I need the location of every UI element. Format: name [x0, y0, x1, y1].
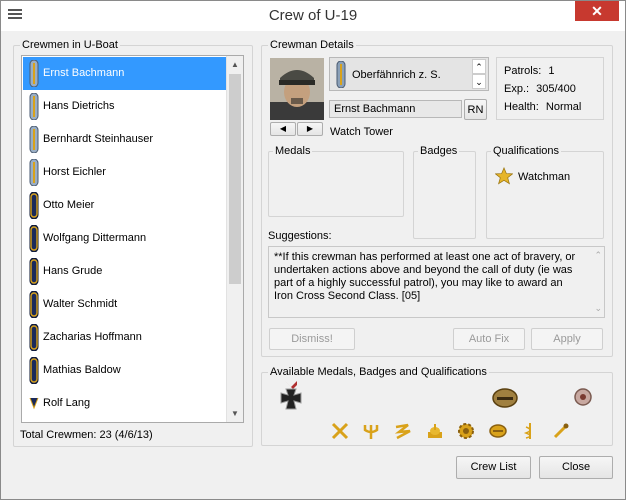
crew-name: Zacharias Hoffmann — [43, 331, 142, 343]
crew-list-item[interactable]: Rolf Lang — [23, 387, 226, 420]
rank-insignia-icon — [29, 159, 39, 186]
rank-value: Oberfähnrich z. S. — [352, 69, 441, 81]
title-bar: Crew of U-19 ✕ — [1, 1, 625, 31]
rank-selector[interactable]: Oberfähnrich z. S. ⌃ ⌄ — [329, 57, 489, 91]
suggestions-label: Suggestions: — [268, 230, 332, 242]
scroll-thumb[interactable] — [229, 74, 241, 284]
crew-name: Horst Eichler — [43, 166, 106, 178]
available-awards-label: Available Medals, Badges and Qualificati… — [268, 366, 489, 378]
rank-down-icon[interactable]: ⌄ — [472, 74, 486, 89]
crewman-portrait — [270, 58, 324, 120]
rank-insignia-icon — [29, 397, 39, 410]
suggestions-scroll-up-icon[interactable]: ⌃ — [594, 250, 602, 261]
suggestions-scroll-down-icon[interactable]: ⌄ — [594, 303, 602, 314]
patrols-label: Patrols: — [504, 65, 542, 77]
crew-name: Rolf Lang — [43, 397, 91, 409]
rank-insignia-icon — [29, 324, 39, 351]
qual-wreath-icon[interactable] — [488, 421, 508, 441]
iron-cross-icon[interactable] — [277, 381, 305, 411]
rank-insignia-icon — [29, 357, 39, 384]
crew-list-item[interactable]: Otto Meier — [23, 189, 226, 222]
suggestion-text: **If this crewman has performed at least… — [274, 251, 576, 302]
crew-list-item[interactable]: Walter Schmidt — [23, 288, 226, 321]
crew-list-item[interactable]: Horst Eichler — [23, 156, 226, 189]
qual-pen-icon[interactable] — [551, 421, 571, 441]
crew-list-item[interactable]: Ernst Bachmann — [23, 57, 226, 90]
qual-trident-icon[interactable] — [361, 421, 381, 441]
crew-list-item[interactable]: Mathias Baldow — [23, 354, 226, 387]
qual-lightning-icon[interactable] — [393, 421, 413, 441]
crew-name: Ernst Bachmann — [43, 67, 125, 79]
rank-insignia-icon — [29, 258, 39, 285]
crew-listbox[interactable]: ▲ ▼ Ernst Bachmann Hans Dietrichs Bernhard… — [21, 55, 244, 423]
crew-window: Crew of U-19 ✕ Crewmen in U-Boat ▲ ▼ Ern… — [0, 0, 626, 500]
auto-fix-button[interactable]: Auto Fix — [453, 328, 525, 350]
badges-label: Badges — [418, 145, 460, 157]
health-row: Health: Normal — [504, 101, 581, 113]
crew-list-item[interactable]: Wolfgang Dittermann — [23, 222, 226, 255]
health-label: Health: — [504, 101, 539, 113]
crew-name: Hans Grude — [43, 265, 103, 277]
crew-list-item[interactable]: Hans Dietrichs — [23, 90, 226, 123]
crew-name: Walter Schmidt — [43, 298, 118, 310]
health-value: Normal — [545, 101, 582, 113]
crew-list-button[interactable]: Crew List — [456, 456, 531, 479]
stats-box: Patrols: 1 Exp.: 305/400 Health: Normal — [496, 57, 604, 120]
crew-list-scrollbar[interactable]: ▲ ▼ — [226, 56, 243, 422]
scroll-up-icon[interactable]: ▲ — [227, 56, 243, 73]
watchman-star-icon — [495, 167, 513, 185]
exp-row: Exp.: 305/400 — [504, 83, 576, 95]
rank-insignia-icon — [29, 60, 39, 87]
qual-turret-icon[interactable] — [425, 421, 445, 441]
crewman-station: Watch Tower — [330, 126, 393, 138]
exp-label: Exp.: — [504, 83, 530, 95]
rank-insignia-icon — [29, 291, 39, 318]
crew-name: Wolfgang Dittermann — [43, 232, 147, 244]
qual-caduceus-icon[interactable] — [520, 421, 540, 441]
crew-list-item[interactable]: Zacharias Hoffmann — [23, 321, 226, 354]
rank-insignia-icon — [29, 192, 39, 219]
medals-box: Medals — [268, 145, 404, 217]
crew-name: Mathias Baldow — [43, 364, 121, 376]
portrait-prev-button[interactable]: ◀ — [270, 122, 296, 136]
scroll-down-icon[interactable]: ▼ — [227, 405, 243, 422]
portrait-next-button[interactable]: ▶ — [297, 122, 323, 136]
details-group-label: Crewman Details — [268, 39, 356, 51]
rank-insignia-icon — [336, 61, 346, 88]
badges-box: Badges — [413, 145, 476, 239]
crewman-name-field[interactable]: Ernst Bachmann — [329, 100, 462, 118]
medals-label: Medals — [273, 145, 313, 157]
rank-insignia-icon — [29, 93, 39, 120]
exp-value: 305/400 — [536, 83, 576, 95]
suggestions-textbox: **If this crewman has performed at least… — [268, 246, 605, 318]
window-title: Crew of U-19 — [268, 7, 358, 24]
rank-insignia-icon — [29, 225, 39, 252]
patrols-value: 1 — [548, 65, 555, 77]
window-close-button[interactable]: ✕ — [575, 1, 619, 21]
crew-name: Otto Meier — [43, 199, 95, 211]
crew-list-item[interactable]: Hans Grude — [23, 255, 226, 288]
qual-gear-icon[interactable] — [456, 421, 476, 441]
close-button[interactable]: Close — [539, 456, 613, 479]
total-crewmen: Total Crewmen: 23 (4/6/13) — [20, 429, 153, 441]
rank-insignia-icon — [29, 126, 39, 153]
crew-list-item[interactable]: Bernhardt Steinhauser — [23, 123, 226, 156]
round-badge-icon[interactable] — [573, 387, 593, 407]
apply-button[interactable]: Apply — [531, 328, 603, 350]
rank-up-icon[interactable]: ⌃ — [472, 59, 486, 74]
random-name-button[interactable]: RN — [464, 99, 487, 120]
crewmen-group-label: Crewmen in U-Boat — [20, 39, 120, 51]
qualification-item: Watchman — [518, 171, 571, 183]
u-boat-badge-icon[interactable] — [491, 387, 519, 409]
crew-name: Bernhardt Steinhauser — [43, 133, 154, 145]
qualifications-label: Qualifications — [491, 145, 562, 157]
qual-crossed-icon[interactable] — [330, 421, 350, 441]
dismiss-button[interactable]: Dismiss! — [269, 328, 355, 350]
patrols-row: Patrols: 1 — [504, 65, 554, 77]
qualifications-box: Qualifications Watchman — [486, 145, 604, 239]
crew-name: Hans Dietrichs — [43, 100, 115, 112]
